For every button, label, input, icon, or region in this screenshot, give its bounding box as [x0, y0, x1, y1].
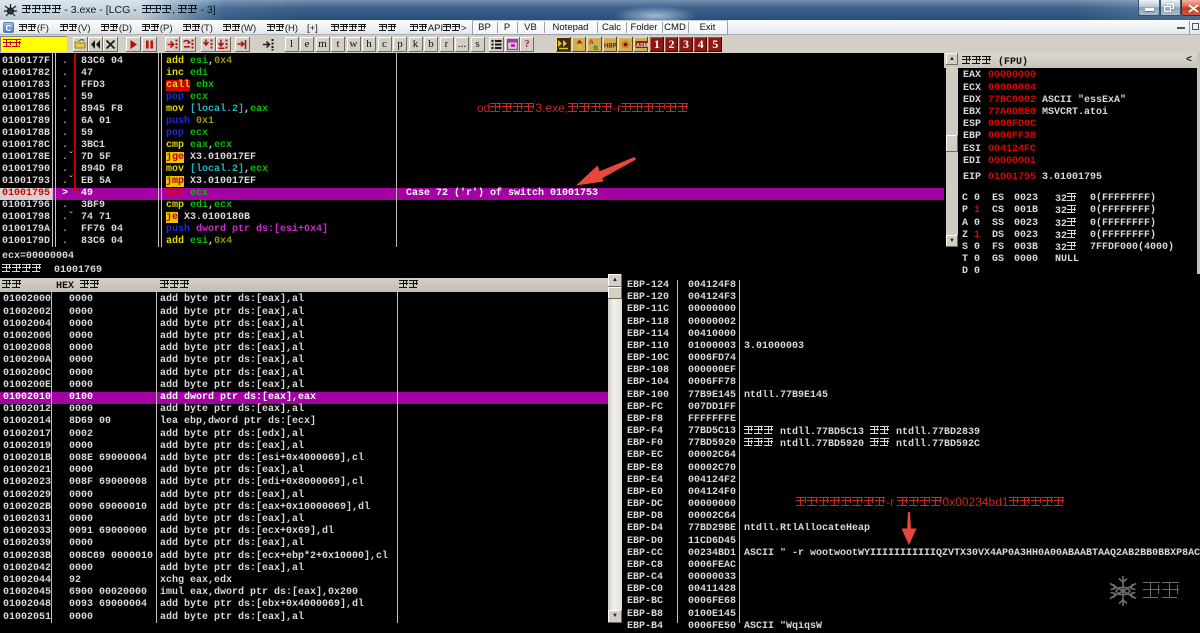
svg-text:ASM: ASM [636, 43, 648, 49]
svg-text:HBP: HBP [604, 44, 617, 50]
svg-text:B: B [594, 45, 599, 51]
